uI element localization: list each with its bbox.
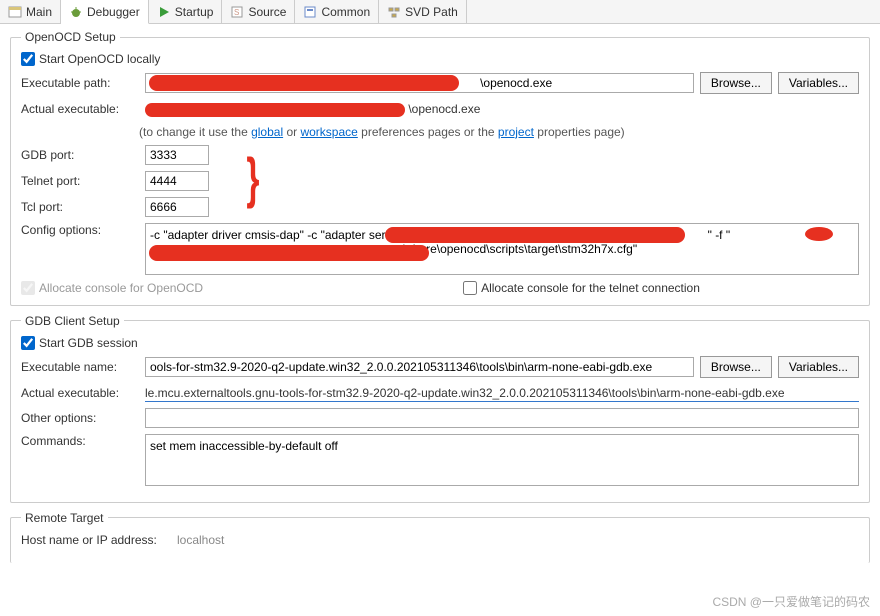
commands-label: Commands: <box>21 434 139 448</box>
start-openocd-checkbox[interactable] <box>21 52 35 66</box>
project-link[interactable]: project <box>498 125 534 139</box>
tab-startup[interactable]: Startup <box>149 0 223 23</box>
telnet-port-input[interactable] <box>145 171 209 191</box>
tab-bar: Main Debugger Startup S Source Common SV… <box>0 0 880 24</box>
remote-legend: Remote Target <box>21 511 108 525</box>
tcl-port-label: Tcl port: <box>21 200 139 214</box>
red-brace-annotation: } <box>246 150 259 206</box>
alloc-console-telnet-checkbox[interactable] <box>463 281 477 295</box>
gdb-legend: GDB Client Setup <box>21 314 124 328</box>
source-icon: S <box>230 5 244 19</box>
gdb-exec-name-label: Executable name: <box>21 360 139 374</box>
tab-debugger-label: Debugger <box>87 5 140 19</box>
host-label: Host name or IP address: <box>21 533 171 547</box>
svg-text:S: S <box>234 8 239 17</box>
bug-icon <box>69 5 83 19</box>
main-icon <box>8 5 22 19</box>
start-openocd-label: Start OpenOCD locally <box>39 52 160 66</box>
tab-common-label: Common <box>321 5 370 19</box>
commands-textarea[interactable] <box>145 434 859 486</box>
alloc-console-telnet-label: Allocate console for the telnet connecti… <box>481 281 700 295</box>
tab-svd-label: SVD Path <box>405 5 458 19</box>
actual-exec-label: Actual executable: <box>21 102 139 116</box>
tab-startup-label: Startup <box>175 5 214 19</box>
browse-gdb-button[interactable]: Browse... <box>700 356 772 378</box>
common-icon <box>303 5 317 19</box>
watermark: CSDN @一只爱做笔记的码农 <box>712 593 870 610</box>
gdb-actual-exec-label: Actual executable: <box>21 386 139 400</box>
host-value: localhost <box>177 533 224 547</box>
other-options-label: Other options: <box>21 411 139 425</box>
tab-source-label: Source <box>248 5 286 19</box>
tab-debugger[interactable]: Debugger <box>61 0 149 24</box>
browse-exec-button[interactable]: Browse... <box>700 72 772 94</box>
play-icon <box>157 5 171 19</box>
alloc-console-openocd-checkbox <box>21 281 35 295</box>
telnet-port-label: Telnet port: <box>21 174 139 188</box>
global-link[interactable]: global <box>251 125 283 139</box>
tab-main-label: Main <box>26 5 52 19</box>
variables-gdb-button[interactable]: Variables... <box>778 356 859 378</box>
change-hint: (to change it use the global or workspac… <box>139 125 859 139</box>
gdb-port-label: GDB port: <box>21 148 139 162</box>
remote-target-group: Remote Target Host name or IP address: l… <box>10 511 870 563</box>
variables-exec-button[interactable]: Variables... <box>778 72 859 94</box>
exec-path-label: Executable path: <box>21 76 139 90</box>
gdb-port-input[interactable] <box>145 145 209 165</box>
tab-common[interactable]: Common <box>295 0 379 23</box>
openocd-setup-group: OpenOCD Setup Start OpenOCD locally Exec… <box>10 30 870 306</box>
workspace-link[interactable]: workspace <box>300 125 357 139</box>
tab-svd[interactable]: SVD Path <box>379 0 467 23</box>
tcl-port-input[interactable] <box>145 197 209 217</box>
svd-icon <box>387 5 401 19</box>
gdb-client-setup-group: GDB Client Setup Start GDB session Execu… <box>10 314 870 503</box>
openocd-legend: OpenOCD Setup <box>21 30 120 44</box>
gdb-actual-exec-value: le.mcu.externaltools.gnu-tools-for-stm32… <box>145 384 859 402</box>
config-options-label: Config options: <box>21 223 139 237</box>
alloc-console-openocd-label: Allocate console for OpenOCD <box>39 281 203 295</box>
content-area: OpenOCD Setup Start OpenOCD locally Exec… <box>0 24 880 577</box>
tab-main[interactable]: Main <box>0 0 61 23</box>
tab-source[interactable]: S Source <box>222 0 295 23</box>
other-options-input[interactable] <box>145 408 859 428</box>
gdb-exec-name-input[interactable] <box>145 357 694 377</box>
start-gdb-label: Start GDB session <box>39 336 138 350</box>
actual-exec-value: \openocd.exe <box>145 100 859 119</box>
start-gdb-checkbox[interactable] <box>21 336 35 350</box>
